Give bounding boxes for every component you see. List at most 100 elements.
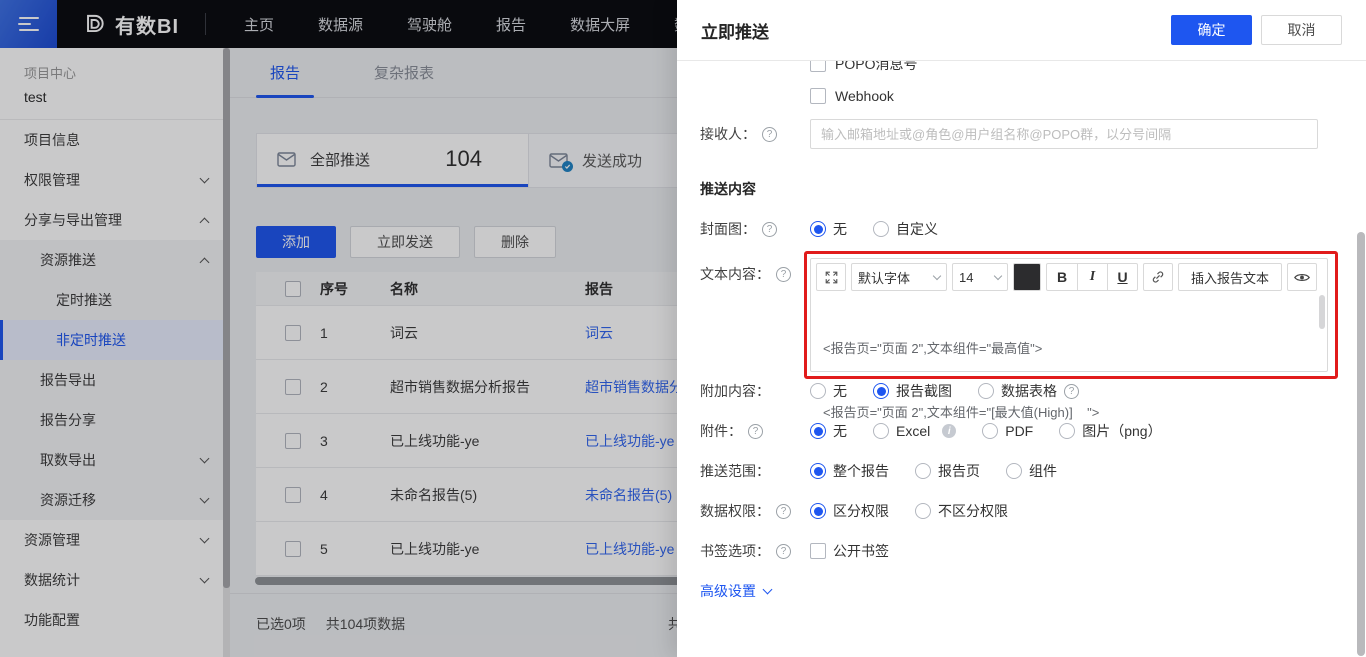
perm-radio-distinguish[interactable]: 区分权限 bbox=[810, 501, 889, 521]
bold-button[interactable]: B bbox=[1047, 264, 1077, 290]
scope-radio-report-page[interactable]: 报告页 bbox=[915, 461, 980, 481]
font-size-value: 14 bbox=[959, 270, 973, 285]
cover-image-row: 封面图： 无 自定义 bbox=[700, 219, 938, 239]
advanced-settings-row: 高级设置 bbox=[700, 581, 771, 601]
channel-option-popo[interactable]: POPO消息号 bbox=[810, 61, 917, 74]
option-label: 无 bbox=[833, 219, 847, 239]
help-icon[interactable] bbox=[776, 504, 791, 519]
option-label: 整个报告 bbox=[833, 461, 889, 481]
extra-content-row: 附加内容： 无 报告截图 数据表格 bbox=[700, 381, 1079, 401]
extra-radio-data-table[interactable]: 数据表格 bbox=[978, 381, 1079, 401]
attachment-row: 附件： 无 Excel PDF 图片（png） bbox=[700, 421, 1162, 441]
radio-icon[interactable] bbox=[1006, 463, 1022, 479]
attach-radio-none[interactable]: 无 bbox=[810, 421, 847, 441]
radio-icon[interactable] bbox=[915, 463, 931, 479]
advanced-settings-label: 高级设置 bbox=[700, 581, 756, 601]
option-label: 报告截图 bbox=[896, 381, 952, 401]
radio-icon[interactable] bbox=[810, 423, 826, 439]
push-content-section: 推送内容 bbox=[700, 179, 756, 199]
webhook-checkbox[interactable] bbox=[810, 88, 826, 104]
font-color-picker[interactable] bbox=[1013, 263, 1041, 291]
extra-radio-none[interactable]: 无 bbox=[810, 381, 847, 401]
confirm-button[interactable]: 确定 bbox=[1171, 15, 1252, 45]
radio-icon[interactable] bbox=[810, 383, 826, 399]
cover-label: 封面图： bbox=[700, 219, 756, 239]
option-label: 不区分权限 bbox=[938, 501, 1008, 521]
help-icon[interactable] bbox=[762, 222, 777, 237]
radio-icon[interactable] bbox=[873, 423, 889, 439]
fullscreen-icon[interactable] bbox=[816, 263, 846, 291]
bookmark-label: 书签选项： bbox=[700, 541, 770, 561]
editor-scrollbar-thumb[interactable] bbox=[1319, 295, 1325, 329]
attach-radio-excel[interactable]: Excel bbox=[873, 423, 956, 439]
radio-icon[interactable] bbox=[982, 423, 998, 439]
recipient-label: 接收人： bbox=[700, 124, 756, 144]
attachment-label: 附件： bbox=[700, 421, 742, 441]
drawer-body: POPO消息号 Webhook 接收人： 推送内容 封面图： 无 自定义 bbox=[677, 61, 1366, 657]
help-icon[interactable] bbox=[776, 544, 791, 559]
recipient-row: 接收人： bbox=[700, 119, 1318, 149]
preview-eye-icon[interactable] bbox=[1287, 263, 1317, 291]
bookmark-row: 书签选项： 公开书签 bbox=[700, 541, 889, 561]
cancel-button[interactable]: 取消 bbox=[1261, 15, 1342, 45]
channel-option-webhook[interactable]: Webhook bbox=[810, 88, 894, 104]
font-family-value: 默认字体 bbox=[858, 268, 910, 287]
cover-radio-custom[interactable]: 自定义 bbox=[873, 219, 938, 239]
radio-icon[interactable] bbox=[810, 221, 826, 237]
help-icon[interactable] bbox=[762, 127, 777, 142]
help-icon[interactable] bbox=[776, 267, 791, 282]
radio-icon[interactable] bbox=[873, 221, 889, 237]
underline-button[interactable]: U bbox=[1107, 264, 1137, 290]
section-title: 推送内容 bbox=[700, 179, 756, 199]
chevron-down-icon bbox=[933, 271, 941, 279]
scope-radio-whole-report[interactable]: 整个报告 bbox=[810, 461, 889, 481]
perm-radio-no-distinguish[interactable]: 不区分权限 bbox=[915, 501, 1008, 521]
advanced-settings-link[interactable]: 高级设置 bbox=[700, 581, 771, 601]
font-family-select[interactable]: 默认字体 bbox=[851, 263, 947, 291]
option-label: 组件 bbox=[1029, 461, 1057, 481]
push-scope-label: 推送范围： bbox=[700, 461, 770, 481]
option-label: 无 bbox=[833, 381, 847, 401]
rich-text-editor[interactable]: 默认字体 14 B I U 插入报告文本 bbox=[810, 258, 1328, 372]
attach-radio-png[interactable]: 图片（png） bbox=[1059, 421, 1161, 441]
channel-label: POPO消息号 bbox=[835, 61, 917, 74]
push-now-drawer: 立即推送 确定 取消 POPO消息号 Webhook 接收人： 推送内容 bbox=[677, 0, 1366, 657]
option-label: 图片（png） bbox=[1082, 421, 1161, 441]
editor-line: <报告页="页面 2",文本组件="最高值"> bbox=[823, 338, 1315, 357]
font-size-select[interactable]: 14 bbox=[952, 263, 1008, 291]
data-permission-label: 数据权限： bbox=[700, 501, 770, 521]
chevron-down-icon bbox=[994, 271, 1002, 279]
radio-icon[interactable] bbox=[978, 383, 994, 399]
option-label: 公开书签 bbox=[833, 541, 889, 561]
radio-icon[interactable] bbox=[915, 503, 931, 519]
radio-icon[interactable] bbox=[810, 503, 826, 519]
public-bookmark-option[interactable]: 公开书签 bbox=[810, 541, 889, 561]
option-label: 无 bbox=[833, 421, 847, 441]
info-icon[interactable] bbox=[942, 424, 956, 438]
radio-icon[interactable] bbox=[810, 463, 826, 479]
popo-checkbox[interactable] bbox=[810, 61, 826, 72]
extra-radio-report-screenshot[interactable]: 报告截图 bbox=[873, 381, 952, 401]
extra-content-label: 附加内容： bbox=[700, 381, 770, 401]
recipient-input[interactable] bbox=[810, 119, 1318, 149]
editor-toolbar: 默认字体 14 B I U 插入报告文本 bbox=[811, 259, 1327, 295]
drawer-title: 立即推送 bbox=[701, 18, 769, 43]
drawer-scrollbar-thumb[interactable] bbox=[1357, 232, 1365, 656]
italic-button[interactable]: I bbox=[1077, 264, 1107, 290]
attach-radio-pdf[interactable]: PDF bbox=[982, 423, 1033, 439]
cover-radio-none[interactable]: 无 bbox=[810, 219, 847, 239]
help-icon[interactable] bbox=[1064, 384, 1079, 399]
scope-radio-component[interactable]: 组件 bbox=[1006, 461, 1057, 481]
radio-icon[interactable] bbox=[873, 383, 889, 399]
modal-mask[interactable] bbox=[0, 0, 677, 657]
push-scope-row: 推送范围： 整个报告 报告页 组件 bbox=[700, 461, 1057, 481]
link-icon[interactable] bbox=[1143, 263, 1173, 291]
help-icon[interactable] bbox=[748, 424, 763, 439]
option-label: 区分权限 bbox=[833, 501, 889, 521]
public-bookmark-checkbox[interactable] bbox=[810, 543, 826, 559]
app-root: 有数BI 主页 数据源 驾驶舱 报告 数据大屏 数据门户 项目中心 test 项… bbox=[0, 0, 1366, 657]
drawer-header: 立即推送 确定 取消 bbox=[677, 0, 1366, 61]
text-content-row: 文本内容： 默认字体 14 B I U bbox=[700, 258, 1328, 372]
insert-report-text-button[interactable]: 插入报告文本 bbox=[1178, 263, 1282, 291]
radio-icon[interactable] bbox=[1059, 423, 1075, 439]
